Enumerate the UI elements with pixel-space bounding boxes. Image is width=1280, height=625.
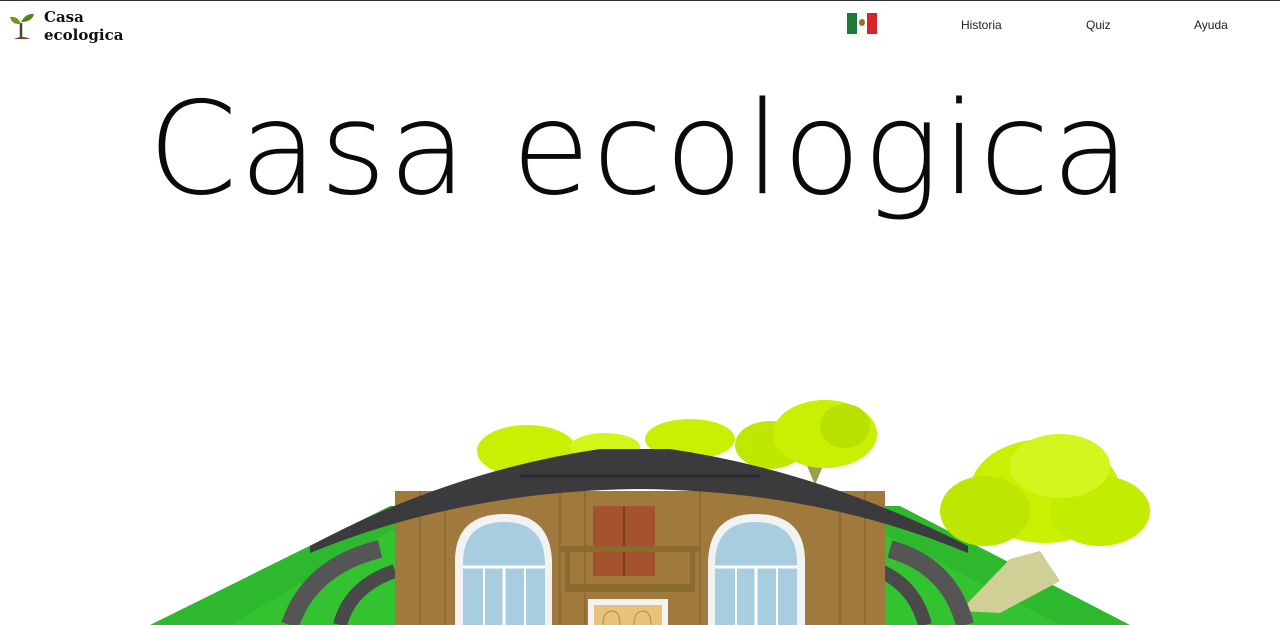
window-left [455,514,552,625]
window-right [708,514,805,625]
mexico-flag-icon[interactable] [847,13,877,34]
nav-link-ayuda[interactable]: Ayuda [1194,18,1228,32]
nav-link-quiz[interactable]: Quiz [1086,18,1111,32]
top-nav: Historia Quiz Ayuda [0,13,1280,41]
eco-house-illustration[interactable] [0,381,1280,625]
nav-link-historia[interactable]: Historia [961,18,1002,32]
hero-title: Casa ecologica [147,75,1133,224]
